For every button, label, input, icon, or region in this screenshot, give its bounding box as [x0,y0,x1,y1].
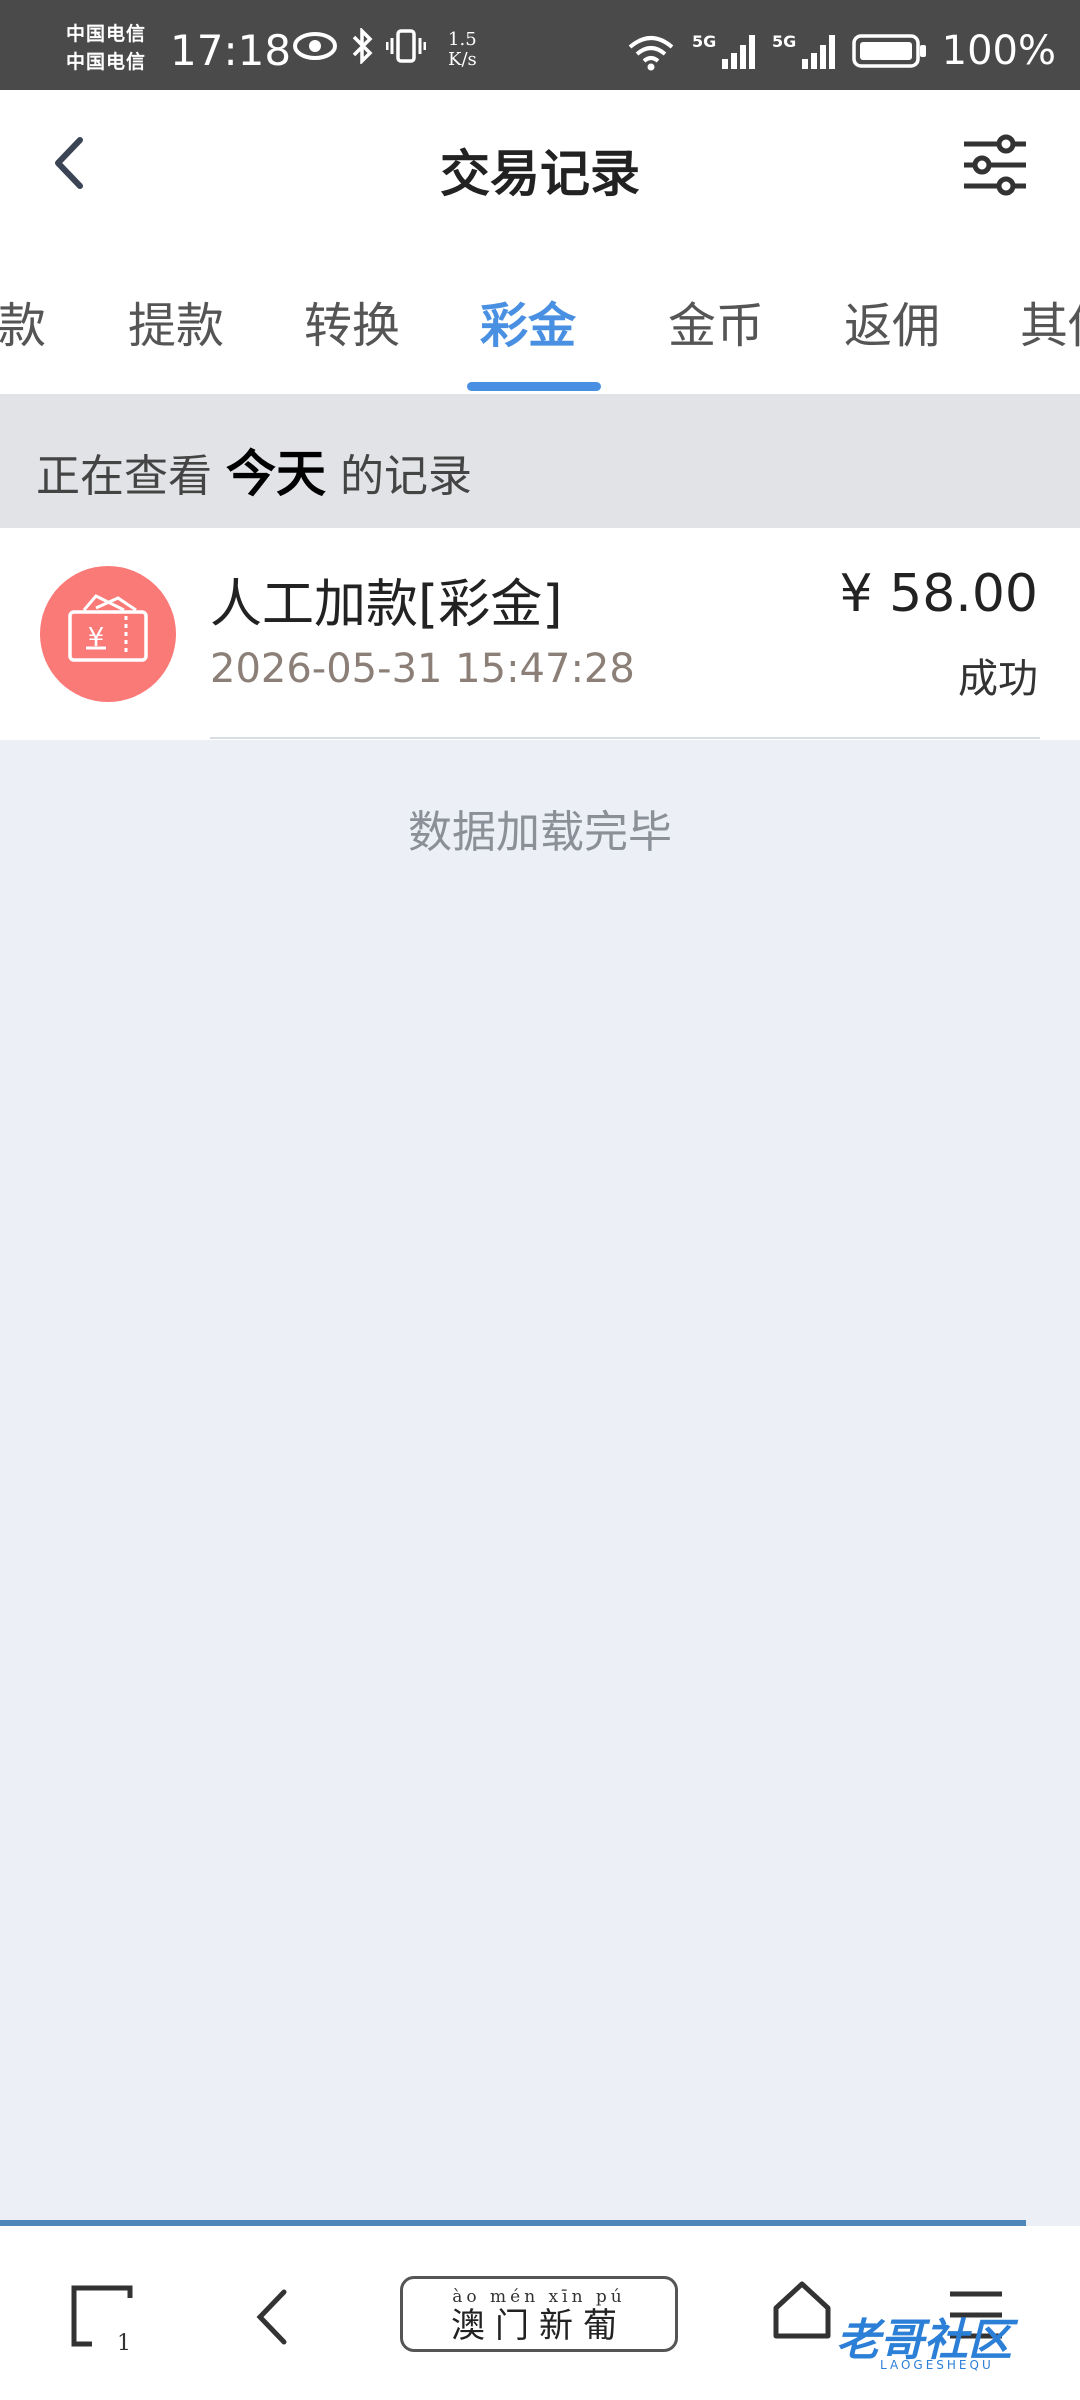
filter-button[interactable] [960,130,1030,200]
browser-back-button[interactable] [248,2282,298,2356]
status-icons-left [292,28,426,64]
date-filter-banner[interactable]: 正在查看 今天 的记录 [0,394,1080,528]
tab-coins[interactable]: 金币 [668,286,764,356]
home-icon [773,2281,831,2339]
list-item[interactable]: ¥ 人工加款[彩金] 2026-05-31 15:47:28 ¥ 58.00 成… [0,528,1080,740]
speed-value: 1.5 [448,29,477,50]
tab-indicator [467,382,601,391]
svg-text:5G: 5G [772,32,796,51]
battery-icon [851,34,926,68]
tab-other[interactable]: 其他 [1020,286,1080,356]
app-header: 交易记录 [0,90,1080,242]
network-speed: 1.5 K/s [448,30,477,70]
wifi-icon [628,36,673,71]
record-amount: ¥ 58.00 [839,564,1038,624]
ticket-yen-icon: ¥ [40,566,176,702]
page-title: 交易记录 [440,145,640,203]
brand-name: 澳门新葡 [451,2306,627,2346]
carrier-1: 中国电信 [66,23,147,45]
load-complete-text: 数据加载完毕 [408,807,672,858]
signal-5g-icon: 5G [692,32,755,69]
tab-bonus[interactable]: 彩金 [480,286,576,356]
battery-percent: 100% [941,28,1056,74]
tab-transfer[interactable]: 转换 [304,286,400,356]
carrier-2: 中国电信 [66,51,147,73]
status-icons-right: 5G 5G 100% [624,28,1056,74]
banner-text: 正在查看 今天 的记录 [36,434,472,506]
brand-pinyin: ào mén xīn pú [452,2287,626,2307]
speed-unit: K/s [448,49,477,70]
signal-5g-icon-2: 5G [772,32,835,69]
svg-text:5G: 5G [692,32,716,51]
record-status: 成功 [958,656,1038,702]
bluetooth-icon [352,28,373,64]
browser-bottom-nav: 1 ào mén xīn pú 澳门新葡 老哥社区 LAOGESHEQU [0,2226,1080,2400]
vibrate-icon [386,29,426,63]
record-time: 2026-05-31 15:47:28 [210,646,635,692]
banner-suffix: 的记录 [340,451,472,502]
watermark-subtext: LAOGESHEQU [880,2358,994,2372]
status-time: 17:18 [170,26,292,75]
record-title: 人工加款[彩金] [210,575,563,635]
carrier-label: 中国电信 中国电信 [66,20,146,76]
banner-prefix: 正在查看 [36,451,212,502]
tabs-icon: 1 [71,2285,133,2356]
tab-withdraw[interactable]: 提款 [128,286,224,356]
status-bar: 中国电信 中国电信 17:18 1.5 K/s 5G 5G 100% [0,0,1080,90]
banner-period: 今天 [226,445,326,503]
eye-icon [293,32,337,60]
brand-button[interactable]: ào mén xīn pú 澳门新葡 [400,2276,678,2352]
tab-count: 1 [117,2331,131,2354]
divider [210,737,1040,739]
sliders-icon [964,134,1026,196]
chevron-left-icon [256,2289,287,2345]
tabs-button[interactable]: 1 [70,2284,140,2358]
home-button[interactable] [770,2278,834,2346]
tab-rebate[interactable]: 返佣 [844,286,940,356]
category-tabs: 款 提款 转换 彩金 金币 返佣 其他 [0,242,1080,394]
tab-deposit[interactable]: 款 [0,286,46,356]
